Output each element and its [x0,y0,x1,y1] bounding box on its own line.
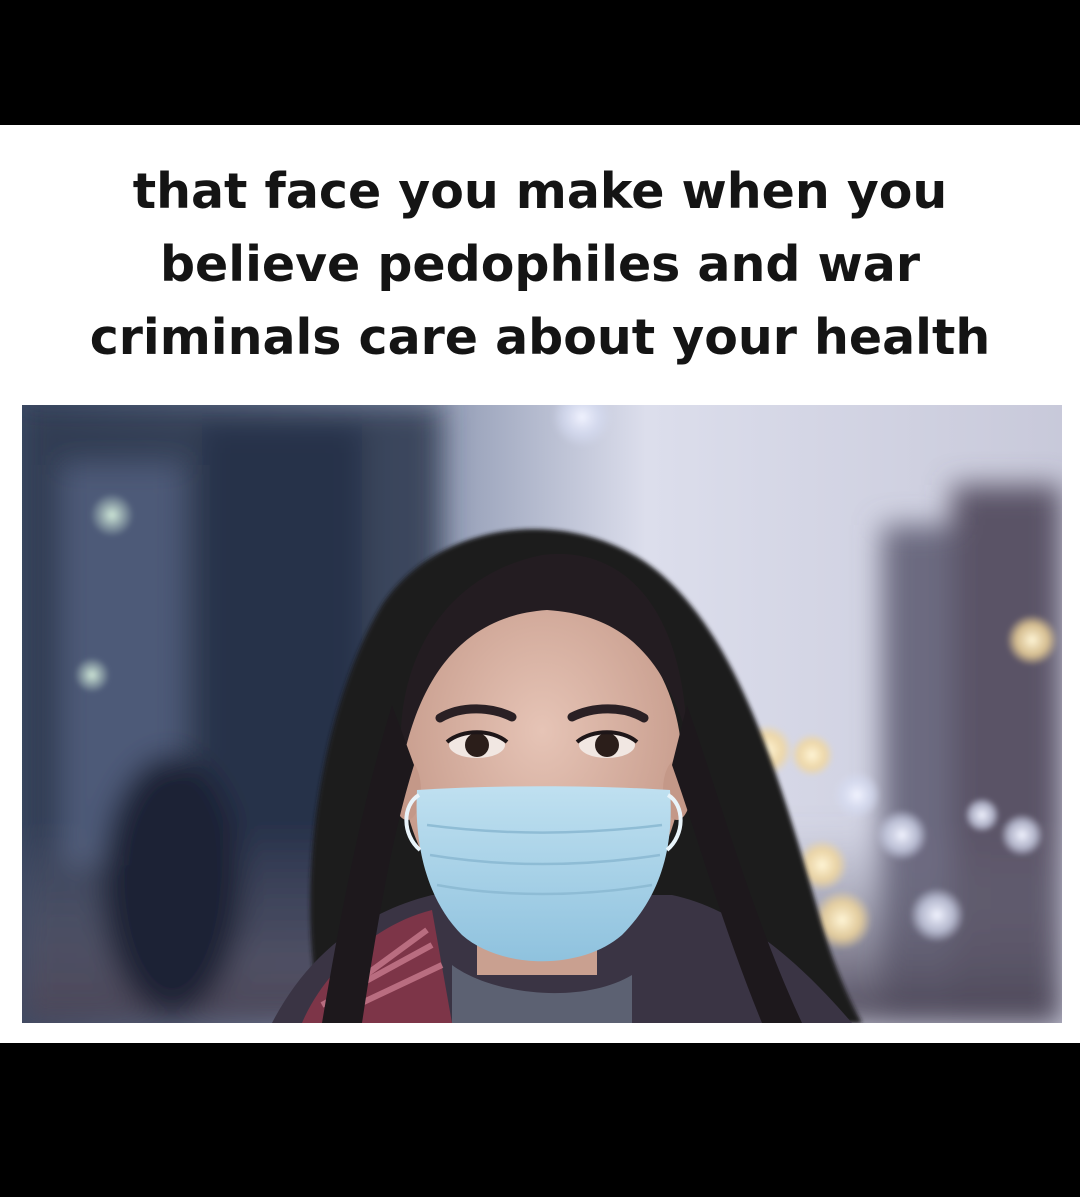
top-black-bar [0,0,1080,125]
masked-woman-photo [22,405,1062,1023]
caption-line-1: that face you make when you [132,163,948,220]
meme-card: that face you make when you believe pedo… [0,125,1080,1043]
bottom-black-bar [0,1043,1080,1197]
caption-line-2: believe pedophiles and war [159,236,920,293]
meme-photo [22,405,1062,1023]
caption-line-3: criminals care about your health [89,309,991,366]
meme-frame: that face you make when you believe pedo… [0,0,1080,1197]
meme-caption: that face you make when you believe pedo… [0,155,1080,374]
